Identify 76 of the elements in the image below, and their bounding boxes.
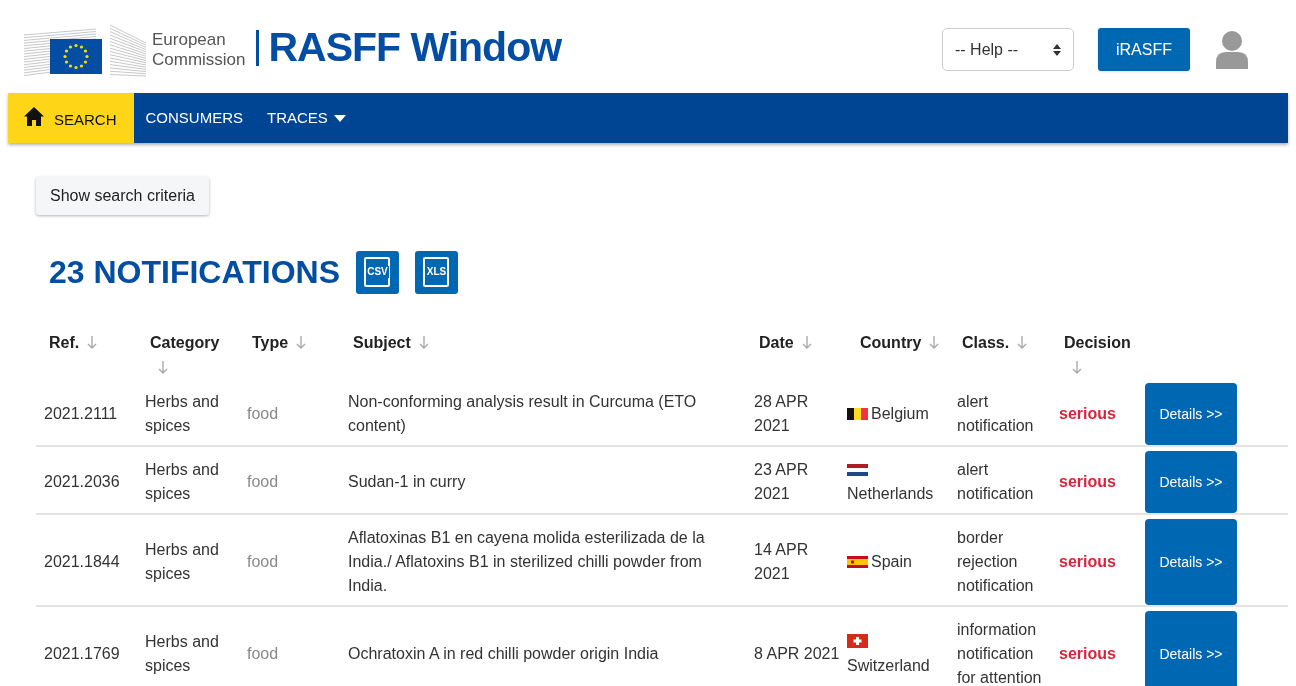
export-button[interactable]: XLS	[415, 250, 458, 294]
home-icon	[24, 106, 44, 126]
sort-arrow-icon	[418, 336, 429, 349]
decision-label: serious	[1058, 644, 1117, 664]
table-cell-text: Herbs and spices	[144, 392, 220, 436]
table-row[interactable]: 2021.1769 Herbs and spices food Ochratoxin A in red chilli powder origin India 8 APR 2021 Switzerland information notification for attention serious Details >>	[36, 611, 1288, 686]
table-cell-text: Aflatoxinas B1 en cayena molida esterilizada de la India./ Aflatoxins B1 in sterilized chilli powder from India.	[347, 528, 706, 596]
caret-down-icon	[333, 114, 346, 122]
flag-icon	[847, 464, 868, 476]
sort-arrow-icon	[1072, 361, 1082, 374]
table-cell-text: 2021.2111	[43, 404, 119, 424]
table-cell-text: border rejection notification	[956, 528, 1035, 596]
table-cell-text: food	[246, 552, 280, 572]
table-cell-text: 8 APR 2021	[753, 644, 841, 664]
table-cell-text: Herbs and spices	[144, 540, 220, 584]
sort-arrow-icon	[158, 361, 168, 374]
sort-arrow-icon	[801, 336, 812, 349]
table-cell-text: food	[246, 404, 280, 424]
nav-tab[interactable]: CONSUMERS	[133, 93, 256, 143]
table-cell-text: food	[246, 472, 280, 492]
export-button[interactable]: CSV	[356, 250, 399, 294]
sort-arrow-icon	[87, 336, 98, 349]
table-cell-text: 14 APR 2021	[753, 540, 810, 584]
table-row[interactable]: 2021.2036 Herbs and spices food Sudan-1 in curry 23 APR 2021 Netherlands alert notification serious Details >>	[36, 451, 1288, 515]
table-cell-text: 2021.1844	[43, 552, 121, 572]
help-select[interactable]: -- Help --	[942, 28, 1074, 71]
results-heading: 23 NOTIFICATIONS	[49, 253, 340, 292]
details-button[interactable]: Details >>	[1145, 519, 1237, 605]
table-cell-text: 2021.1769	[43, 644, 121, 664]
show-search-criteria-button[interactable]: Show search criteria	[36, 177, 209, 215]
country-name: Netherlands	[847, 485, 934, 502]
column-header[interactable]: Category	[150, 334, 220, 351]
flag-icon	[847, 634, 868, 648]
details-button[interactable]: Details >>	[1145, 451, 1237, 513]
organization-name: European	[152, 29, 227, 50]
table-cell-text: information notification for attention	[956, 620, 1043, 686]
sort-arrow-icon	[929, 336, 940, 349]
column-header[interactable]: Type	[252, 334, 289, 351]
sort-arrow-icon	[296, 336, 307, 349]
table-cell-text: 2021.2036	[43, 472, 121, 492]
table-cell-text: food	[246, 644, 280, 664]
decision-label: serious	[1058, 552, 1117, 572]
column-header[interactable]: Decision	[1064, 334, 1131, 351]
table-cell-text: alert notification	[956, 460, 1035, 504]
nav-tab[interactable]: TRACES	[255, 93, 358, 143]
country-name: Switzerland	[847, 657, 930, 674]
decision-label: serious	[1058, 472, 1117, 492]
column-header[interactable]: Date	[759, 334, 794, 351]
table-cell-text: Sudan-1 in curry	[347, 472, 467, 492]
table-row[interactable]	[36, 519, 1288, 607]
table-cell-text: Herbs and spices	[144, 460, 220, 504]
table-cell-text: Non-conforming analysis result in Curcuma (ETO content)	[347, 392, 698, 436]
table-cell-text: Ochratoxin A in red chilli powder origin India	[347, 644, 660, 664]
table-cell-text: 28 APR 2021	[753, 392, 810, 436]
table-row[interactable]: 2021.2111 Herbs and spices food Non-conforming analysis result in Curcuma (ETO content) 28 APR 2021 Belgium alert notification serious Details >>	[36, 383, 1288, 447]
details-button[interactable]: Details >>	[1145, 383, 1237, 445]
decision-label: serious	[1058, 404, 1117, 424]
country-name: Spain	[871, 553, 912, 570]
country-name: Belgium	[871, 405, 929, 422]
table-cell-text: Herbs and spices	[144, 632, 220, 676]
table-cell-text: alert notification	[956, 392, 1035, 436]
site-title: RASFF Window	[268, 22, 562, 72]
table-cell-text: 23 APR 2021	[753, 460, 810, 504]
details-button[interactable]: Details >>	[1145, 611, 1237, 686]
column-header[interactable]: Ref.	[49, 334, 80, 351]
column-header[interactable]: Class.	[962, 334, 1010, 351]
irasff-button[interactable]: iRASFF	[1098, 28, 1190, 71]
flag-icon	[847, 408, 868, 420]
nav-tab[interactable]: SEARCH	[8, 93, 134, 143]
organization-name: Commission	[152, 49, 246, 70]
sort-arrow-icon	[1017, 336, 1028, 349]
flag-icon	[847, 556, 868, 568]
column-header[interactable]: Country	[860, 334, 922, 351]
user-icon[interactable]	[1216, 30, 1248, 69]
sort-caret-icon	[1053, 43, 1061, 56]
column-header[interactable]: Subject	[353, 334, 411, 351]
